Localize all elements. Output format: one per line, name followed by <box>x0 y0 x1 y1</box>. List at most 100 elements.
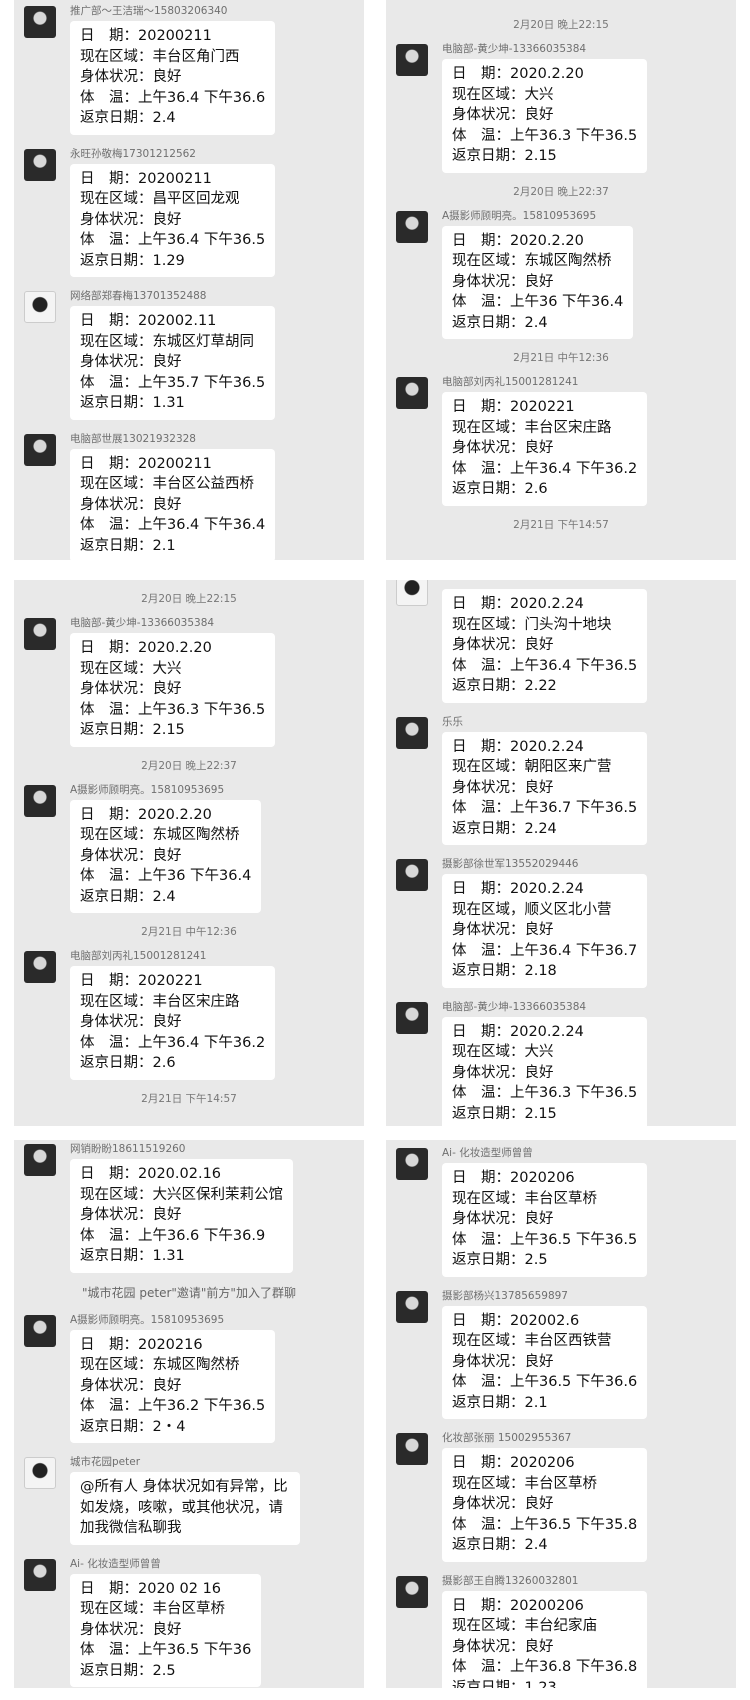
message-bubble[interactable]: 日 期：2020216 现在区域：东城区陶然桥 身体状况：良好体 温：上午36.2 … <box>70 1329 276 1443</box>
avatar[interactable] <box>396 716 428 749</box>
message-line: 返京日期：2.1 <box>80 537 176 554</box>
avatar[interactable] <box>24 433 56 466</box>
message-line: 身体状况：良好 <box>80 1014 182 1030</box>
message-line: 身体状况：良好 <box>452 273 554 290</box>
message-line: 返京日期：2.5 <box>80 1662 176 1679</box>
sender-name: 电脑部-黄少坤-13366035384 <box>442 43 587 55</box>
message-line: 身体状况：良好 <box>80 847 182 864</box>
message-bubble[interactable]: 日 期：2020206 现在区域：丰台区草桥 身体状况：良好体 温：上午36.5 下… <box>442 1163 648 1277</box>
avatar[interactable] <box>24 1558 56 1591</box>
chat-message: 电脑部刘丙礼15001281241 日 期：2020221 现在区域：丰台区宋庄路身… <box>14 949 364 1080</box>
message-line: 现在区域：大兴 <box>452 1044 554 1060</box>
avatar[interactable] <box>396 377 428 409</box>
chat-panel-6[interactable]: Ai- 化妆造型师曾曾日 期：2020206 现在区域：丰台区草桥 身体状况：良好体… <box>386 1140 736 1688</box>
message-bubble[interactable]: 日 期：2020221 现在区域：丰台区宋庄路 身体状况：良好体 温：上午36.4 … <box>442 392 648 506</box>
chat-panel-1[interactable]: 推广部～王洁瑞～15803206340 日 期：20200211 现在区域：丰台区角… <box>14 0 364 560</box>
avatar[interactable] <box>396 1290 428 1323</box>
message-line: 身体状况：良好 <box>80 681 182 697</box>
message-line: 体 温：上午36 下午36.4 <box>80 868 252 884</box>
message-line: 体 温：上午36.4 下午36.2 <box>80 1034 266 1051</box>
chat-message: A摄影师顾明亮。15810953695 日 期：2020.2.20 现在区域：东城区… <box>386 209 736 339</box>
message-line: 日 期：2020.2.24 <box>452 596 584 612</box>
message-bubble[interactable]: 日 期：20200211 现在区域：丰台区公益西桥 身体状况：良好体 温：上午36.… <box>70 448 276 560</box>
chat-message: 电脑部世展13021932328 日 期：20200211 现在区域：丰台区公益西桥… <box>14 432 364 560</box>
sender-name: 电脑部刘丙礼15001281241 <box>442 376 579 388</box>
avatar[interactable] <box>396 1433 428 1465</box>
sender-name: 电脑部刘丙礼15001281241 <box>70 950 207 962</box>
message-line: 返京日期：2.18 <box>452 963 557 979</box>
chat-message: A摄影师顾明亮。15810953695 日 期：2020.2.20 现在区域：东城区… <box>14 783 364 913</box>
avatar[interactable] <box>396 1001 428 1034</box>
message-line: 现在区域：丰台纪家庙 <box>452 1618 597 1634</box>
avatar[interactable] <box>396 1148 428 1180</box>
message-line: 身体状况：良好 <box>452 637 554 653</box>
message-line: 返京日期：1.31 <box>80 1248 185 1264</box>
message-bubble[interactable]: 日 期：20200211 现在区域：昌平区回龙观 身体状况：良好体 温：上午36.4… <box>70 163 276 277</box>
sender-name: 电脑部-黄少坤-13366035384 <box>442 1000 587 1013</box>
message-bubble[interactable]: 日 期：20200211 现在区域：丰台区角门西 身体状况：良好体 温：上午36.4… <box>70 21 276 135</box>
message-line: 返京日期：1.29 <box>80 252 185 269</box>
message-line: 返京日期：2・4 <box>80 1418 186 1435</box>
sender-name: Ai- 化妆造型师曾曾 <box>70 1557 161 1570</box>
message-bubble[interactable]: 日 期：2020.2.20 现在区域：大兴 身体状况：良好体 温：上午36.3 下午… <box>70 633 276 747</box>
avatar[interactable] <box>24 291 56 323</box>
avatar[interactable] <box>396 859 428 891</box>
message-line: 日 期：202002.11 <box>80 313 217 329</box>
message-bubble[interactable]: 日 期：2020.2.24 现在区域：大兴 身体状况：良好体 温：上午36.3 下午… <box>442 1016 648 1126</box>
message-bubble[interactable]: 日 期：2020.02.16 现在区域：大兴区保利茉莉公馆 身体状况：良好体 温：上… <box>70 1159 293 1273</box>
message-bubble[interactable]: 日 期：2020206 现在区域：丰台区草桥 身体状况：良好体 温：上午36.5 下… <box>442 1448 648 1562</box>
message-bubble[interactable]: 日 期：2020.2.24 现在区域：朝阳区来广营 身体状况：良好体 温：上午36.… <box>442 731 648 845</box>
message-line: 日 期：2020.02.16 <box>80 1166 222 1182</box>
message-line: 体 温：上午36.8 下午36.8 <box>452 1659 638 1675</box>
message-line: 体 温：上午36.4 下午36.7 <box>452 942 638 959</box>
timestamp: 2月20日 晚上22:15 <box>513 19 609 31</box>
avatar[interactable] <box>24 618 56 650</box>
message-line: 体 温：上午35.7 下午36.5 <box>80 374 266 391</box>
message-line: 身体状况：良好 <box>80 1377 182 1394</box>
avatar[interactable] <box>396 580 428 606</box>
message-bubble[interactable]: 日 期：2020.2.24 现在区域，顺义区北小营 身体状况：良好体 温：上午36.… <box>442 874 648 988</box>
message-line: 返京日期：2.24 <box>452 820 557 837</box>
avatar[interactable] <box>24 1314 56 1347</box>
message-line: 体 温：上午36 下午36.4 <box>452 294 624 310</box>
avatar[interactable] <box>24 784 56 817</box>
message-bubble[interactable]: 日 期：2020.2.20 现在区域：东城区陶然桥 身体状况：良好体 温：上午36 … <box>442 225 634 339</box>
message-line: 日 期：2020.2.20 <box>452 232 584 249</box>
sender-name: A摄影师顾明亮。15810953695 <box>70 783 225 796</box>
message-bubble[interactable]: 日 期：202002.6 现在区域：丰台区西铁营 身体状况：良好体 温：上午36.5… <box>442 1305 648 1419</box>
avatar[interactable] <box>396 210 428 243</box>
sender-name: 电脑部世展13021932328 <box>70 432 196 445</box>
message-bubble[interactable]: 日 期：20200206 现在区域：丰台纪家庙 身体状况：良好体 温：上午36.8 … <box>442 1590 648 1689</box>
avatar[interactable] <box>396 1575 428 1608</box>
message-line: 日 期：2020206 <box>452 1455 575 1471</box>
avatar[interactable] <box>24 1457 56 1489</box>
chat-panel-2[interactable]: 2月20日 晚上22:15 电脑部-黄少坤-13366035384 日 期：2020… <box>386 0 736 560</box>
message-bubble[interactable]: 日 期：2020221 现在区域：丰台区宋庄路 身体状况：良好体 温：上午36.4 … <box>70 966 276 1080</box>
message-line: 身体状况：良好 <box>452 1496 554 1512</box>
avatar[interactable] <box>24 6 56 38</box>
avatar[interactable] <box>24 951 56 983</box>
avatar[interactable] <box>24 1144 56 1176</box>
chat-panel-5[interactable]: 网销盼盼18611519260 日 期：2020.02.16 现在区域：大兴区保利茉… <box>14 1140 364 1688</box>
sender-name: A摄影师顾明亮。15810953695 <box>70 1313 225 1326</box>
chat-panel-4[interactable]: 日 期：2020.2.24 现在区域：门头沟十地块 身体状况：良好体 温：上午36.… <box>386 580 736 1126</box>
chat-message: 日 期：2020.2.24 现在区域：门头沟十地块 身体状况：良好体 温：上午36.… <box>386 580 736 703</box>
message-bubble[interactable]: 日 期：2020 02 16 现在区域：丰台区草桥 身体状况：良好体 温：上午36.… <box>70 1573 262 1687</box>
message-bubble[interactable]: 日 期：2020.2.20 现在区域：东城区陶然桥 身体状况：良好体 温：上午36 … <box>70 799 262 913</box>
avatar[interactable] <box>396 44 428 76</box>
message-line: 现在区域：朝阳区来广营 <box>452 759 612 775</box>
timestamp: 2月21日 下午14:57 <box>141 1092 237 1105</box>
message-line: 日 期：2020.2.24 <box>452 881 584 897</box>
message-bubble[interactable]: @所有人 身体状况如有异常，比如发烧，咳嗽，或其他状况，请加我微信私聊我 <box>70 1472 300 1545</box>
message-line: 身体状况：良好 <box>452 1353 554 1370</box>
message-bubble[interactable]: 日 期：2020.2.20 现在区域：大兴 身体状况：良好体 温：上午36.3 下午… <box>442 59 648 173</box>
message-line: 体 温：上午36.5 下午36 <box>80 1642 252 1658</box>
chat-message: 摄影部王自腾13260032801 日 期：20200206 现在区域：丰台纪家庙身… <box>386 1574 736 1689</box>
avatar[interactable] <box>24 148 56 181</box>
chat-panel-3[interactable]: 2月20日 晚上22:15 电脑部-黄少坤-13366035384 日 期：2020… <box>14 580 364 1126</box>
chat-message: A摄影师顾明亮。15810953695 日 期：2020216 现在区域：东城区陶然… <box>14 1313 364 1443</box>
message-bubble[interactable]: 日 期：2020.2.24 现在区域：门头沟十地块 身体状况：良好体 温：上午36.… <box>442 589 648 703</box>
message-line: 返京日期：1.23 <box>452 1679 557 1689</box>
message-bubble[interactable]: 日 期：202002.11 现在区域：东城区灯草胡同 身体状况：良好体 温：上午35… <box>70 306 276 420</box>
chat-message: 网销盼盼18611519260 日 期：2020.02.16 现在区域：大兴区保利茉… <box>14 1142 364 1273</box>
